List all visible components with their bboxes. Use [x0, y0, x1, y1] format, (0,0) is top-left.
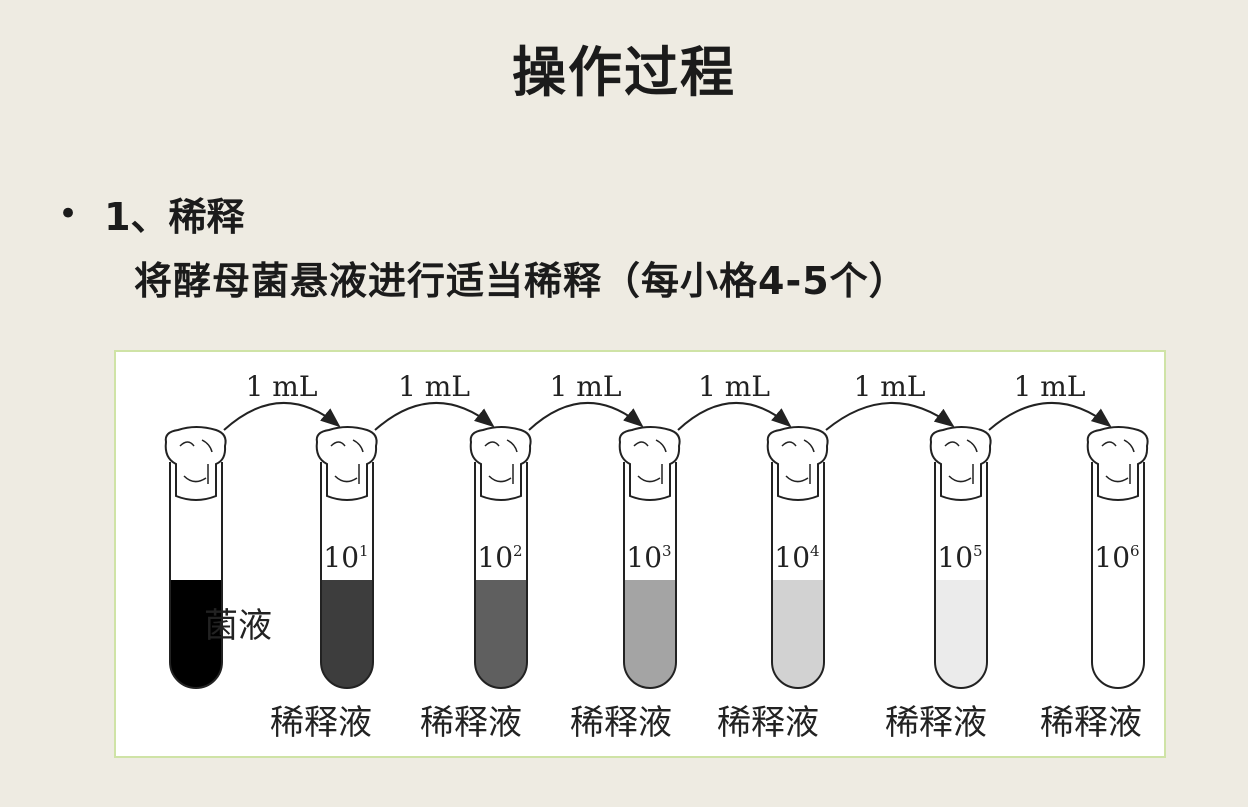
- tube-liquid: [475, 580, 527, 688]
- cotton-plug: [1086, 426, 1149, 501]
- tube-liquid: [1092, 580, 1144, 688]
- dilution-exponent: 3: [662, 542, 672, 560]
- cotton-plug: [766, 426, 829, 501]
- cotton-plug: [618, 426, 681, 501]
- transfer-volume-label: 1 mL: [398, 370, 470, 403]
- transfer-volume-label: 1 mL: [698, 370, 770, 403]
- transfer-arrow: [528, 402, 644, 431]
- source-culture-label: 菌液: [204, 606, 272, 646]
- tube-liquid: [624, 580, 676, 688]
- dilution-exponent: 1: [359, 542, 369, 560]
- bullet-item: • 1、稀释: [58, 186, 245, 241]
- tube-liquid: [935, 580, 987, 688]
- cotton-plug: [469, 426, 532, 501]
- diluent-label: 稀释液: [420, 703, 522, 743]
- dilution-exponent: 2: [513, 542, 523, 560]
- diluent-label: 稀释液: [1040, 703, 1142, 743]
- transfer-volume-label: 1 mL: [1014, 370, 1086, 403]
- bullet-description: 将酵母菌悬液进行适当稀释（每小格4-5个）: [134, 259, 908, 303]
- tube-liquid: [321, 580, 373, 688]
- dilution-exponent: 5: [973, 542, 983, 560]
- cotton-plug: [164, 426, 227, 501]
- diluent-label: 稀释液: [570, 703, 672, 743]
- transfer-arrow: [825, 401, 955, 431]
- dilution-factor-label: 101: [323, 541, 368, 574]
- transfer-arrow: [223, 402, 341, 431]
- slide-title: 操作过程: [512, 41, 736, 104]
- diluent-label: 稀释液: [270, 703, 372, 743]
- tube-liquid: [772, 580, 824, 688]
- transfer-volume-label: 1 mL: [854, 370, 926, 403]
- dilution-diagram-svg: 101 稀释液 102 稀释液 103 稀释液 104 稀释液 105 稀释液 106 稀释液 菌液 1 …: [164, 370, 1149, 743]
- diluent-label: 稀释液: [717, 703, 819, 743]
- dilution-exponent: 6: [1130, 542, 1140, 560]
- dilution-factor-label: 106: [1094, 541, 1139, 574]
- dilution-factor-label: 103: [626, 541, 671, 574]
- transfer-arrow: [988, 401, 1112, 431]
- dilution-factor-label: 102: [477, 541, 522, 574]
- dilution-factor-label: 105: [937, 541, 982, 574]
- transfer-volume-label: 1 mL: [550, 370, 622, 403]
- dilution-diagram: 101 稀释液 102 稀释液 103 稀释液 104 稀释液 105 稀释液 106 稀释液 菌液 1 …: [114, 350, 1166, 758]
- bullet-heading: 1、稀释: [104, 195, 245, 239]
- transfer-volume-label: 1 mL: [246, 370, 318, 403]
- dilution-factor-label: 104: [774, 541, 819, 574]
- cotton-plug: [315, 426, 378, 501]
- cotton-plug: [929, 426, 992, 501]
- bullet-dot: •: [58, 193, 79, 234]
- diluent-label: 稀释液: [885, 703, 987, 743]
- transfer-arrow: [374, 402, 495, 431]
- transfer-arrow: [677, 402, 792, 431]
- dilution-exponent: 4: [810, 542, 820, 560]
